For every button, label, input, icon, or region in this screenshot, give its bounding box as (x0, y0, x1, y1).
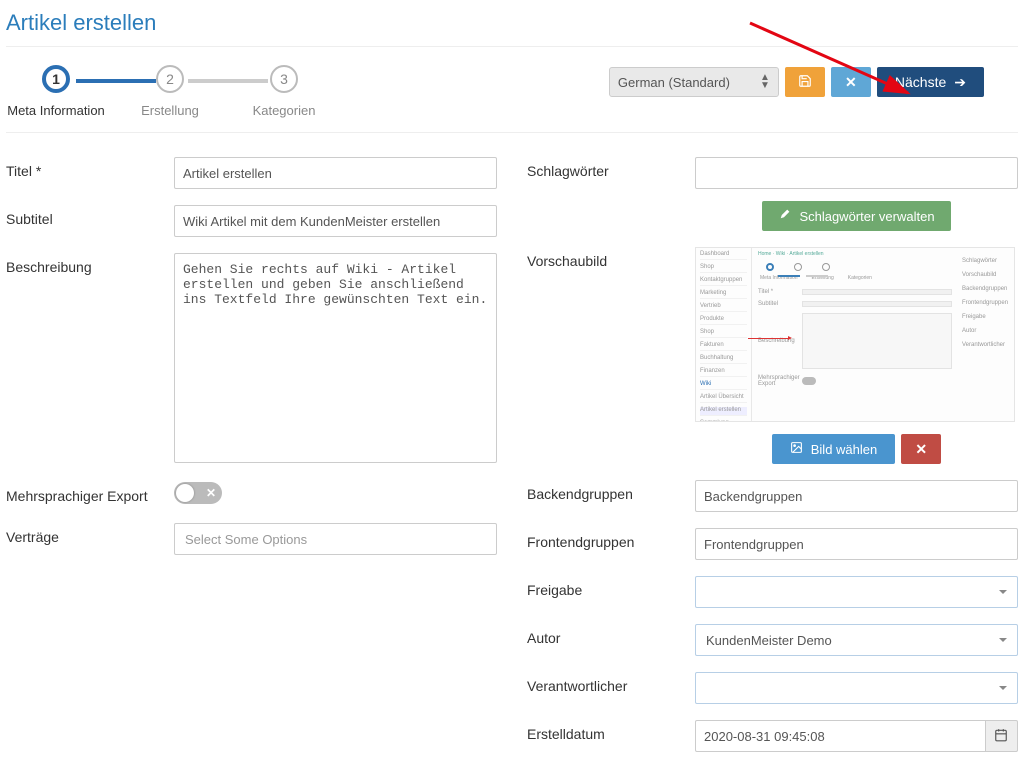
step-3-label: Kategorien (253, 103, 316, 132)
step-2-label: Erstellung (141, 103, 199, 132)
chevron-down-icon (999, 590, 1007, 594)
chevron-down-icon (999, 686, 1007, 690)
tags-icon (778, 208, 791, 224)
step-2-number: 2 (156, 65, 184, 93)
subtitle-input[interactable] (174, 205, 497, 237)
responsible-label: Verantwortlicher (527, 672, 687, 694)
close-icon: ✕ (915, 441, 927, 458)
thumb-main: Home · Wiki · Artikel erstellen Meta Inf… (752, 248, 958, 421)
chevron-down-icon (999, 638, 1007, 642)
multilang-label: Mehrsprachiger Export (6, 482, 166, 504)
release-label: Freigabe (527, 576, 687, 598)
manage-tags-button[interactable]: Schlagwörter verwalten (762, 201, 950, 231)
next-button-label: Nächste (895, 74, 946, 90)
choose-image-button[interactable]: Bild wählen (772, 434, 896, 464)
description-label: Beschreibung (6, 253, 166, 275)
responsible-select[interactable] (695, 672, 1018, 704)
form: Titel * Subtitel Beschreibung Gehen Sie … (6, 133, 1018, 768)
backend-groups-label: Backendgruppen (527, 480, 687, 502)
save-button[interactable] (785, 67, 825, 97)
step-1-number: 1 (42, 65, 70, 93)
thumb-right-col: SchlagwörterVorschaubildBackendgruppen F… (958, 248, 1014, 421)
tags-input[interactable] (695, 157, 1018, 189)
created-input[interactable] (695, 720, 986, 752)
cancel-button[interactable]: ✕ (831, 67, 871, 97)
subtitle-row: Subtitel (6, 205, 497, 237)
step-1-label: Meta Information (7, 103, 105, 132)
title-label: Titel * (6, 157, 166, 179)
step-connector-active (76, 79, 156, 83)
save-icon (798, 74, 812, 91)
calendar-icon (994, 728, 1008, 745)
description-row: Beschreibung Gehen Sie rechts auf Wiki -… (6, 253, 497, 466)
author-value: KundenMeister Demo (706, 633, 832, 648)
author-row: Autor KundenMeister Demo (527, 624, 1018, 656)
stepper: 1 Meta Information 2 Erstellung 3 Katego… (6, 65, 304, 132)
thumb-sidebar: DashboardShopKontaktgruppen MarketingVer… (696, 248, 752, 421)
step-3-number: 3 (270, 65, 298, 93)
preview-row: Vorschaubild DashboardShopKontaktgruppen… (527, 247, 1018, 464)
responsible-row: Verantwortlicher (527, 672, 1018, 704)
created-label: Erstelldatum (527, 720, 687, 742)
backend-groups-input[interactable] (695, 480, 1018, 512)
updown-icon: ▲▼ (760, 74, 770, 90)
thumb-annotation-arrow (748, 338, 790, 339)
contracts-placeholder: Select Some Options (185, 532, 307, 547)
manage-tags-label: Schlagwörter verwalten (799, 209, 934, 224)
close-icon: ✕ (845, 74, 857, 91)
frontend-groups-input[interactable] (695, 528, 1018, 560)
step-3[interactable]: 3 Kategorien (264, 65, 304, 132)
tags-row: Schlagwörter Schlagwörter verwalten (527, 157, 1018, 231)
release-select[interactable] (695, 576, 1018, 608)
tags-label: Schlagwörter (527, 157, 687, 179)
author-select[interactable]: KundenMeister Demo (695, 624, 1018, 656)
frontend-groups-row: Frontendgruppen (527, 528, 1018, 560)
step-1[interactable]: 1 Meta Information (36, 65, 76, 132)
author-label: Autor (527, 624, 687, 646)
contracts-select[interactable]: Select Some Options (174, 523, 497, 555)
backend-groups-row: Backendgruppen (527, 480, 1018, 512)
contracts-label: Verträge (6, 523, 166, 545)
title-row: Titel * (6, 157, 497, 189)
preview-thumbnail: DashboardShopKontaktgruppen MarketingVer… (695, 247, 1015, 422)
frontend-groups-label: Frontendgruppen (527, 528, 687, 550)
arrow-right-icon: ➔ (954, 74, 966, 91)
page-title: Artikel erstellen (6, 10, 1018, 47)
toggle-off-icon: ✕ (206, 484, 216, 502)
next-button[interactable]: Nächste ➔ (877, 67, 984, 97)
preview-label: Vorschaubild (527, 247, 687, 269)
datepicker-button[interactable] (986, 720, 1018, 752)
language-select-value: German (Standard) (618, 75, 730, 90)
title-input[interactable] (174, 157, 497, 189)
multilang-row: Mehrsprachiger Export ✕ (6, 482, 497, 507)
remove-image-button[interactable]: ✕ (901, 434, 941, 464)
form-left-column: Titel * Subtitel Beschreibung Gehen Sie … (6, 157, 497, 768)
language-select[interactable]: German (Standard) ▲▼ (609, 67, 779, 97)
contracts-row: Verträge Select Some Options (6, 523, 497, 555)
form-right-column: Schlagwörter Schlagwörter verwalten Vors… (527, 157, 1018, 768)
multilang-toggle[interactable]: ✕ (174, 482, 222, 504)
choose-image-label: Bild wählen (811, 442, 878, 457)
description-textarea[interactable]: Gehen Sie rechts auf Wiki - Artikel erst… (174, 253, 497, 463)
top-bar: 1 Meta Information 2 Erstellung 3 Katego… (6, 47, 1018, 133)
preview-image-actions: Bild wählen ✕ (695, 434, 1018, 464)
release-row: Freigabe (527, 576, 1018, 608)
step-connector-inactive (188, 79, 268, 83)
image-icon (790, 441, 803, 457)
action-bar: German (Standard) ▲▼ ✕ Nächste ➔ (609, 65, 1018, 97)
step-2[interactable]: 2 Erstellung (150, 65, 190, 132)
subtitle-label: Subtitel (6, 205, 166, 227)
created-row: Erstelldatum (527, 720, 1018, 752)
